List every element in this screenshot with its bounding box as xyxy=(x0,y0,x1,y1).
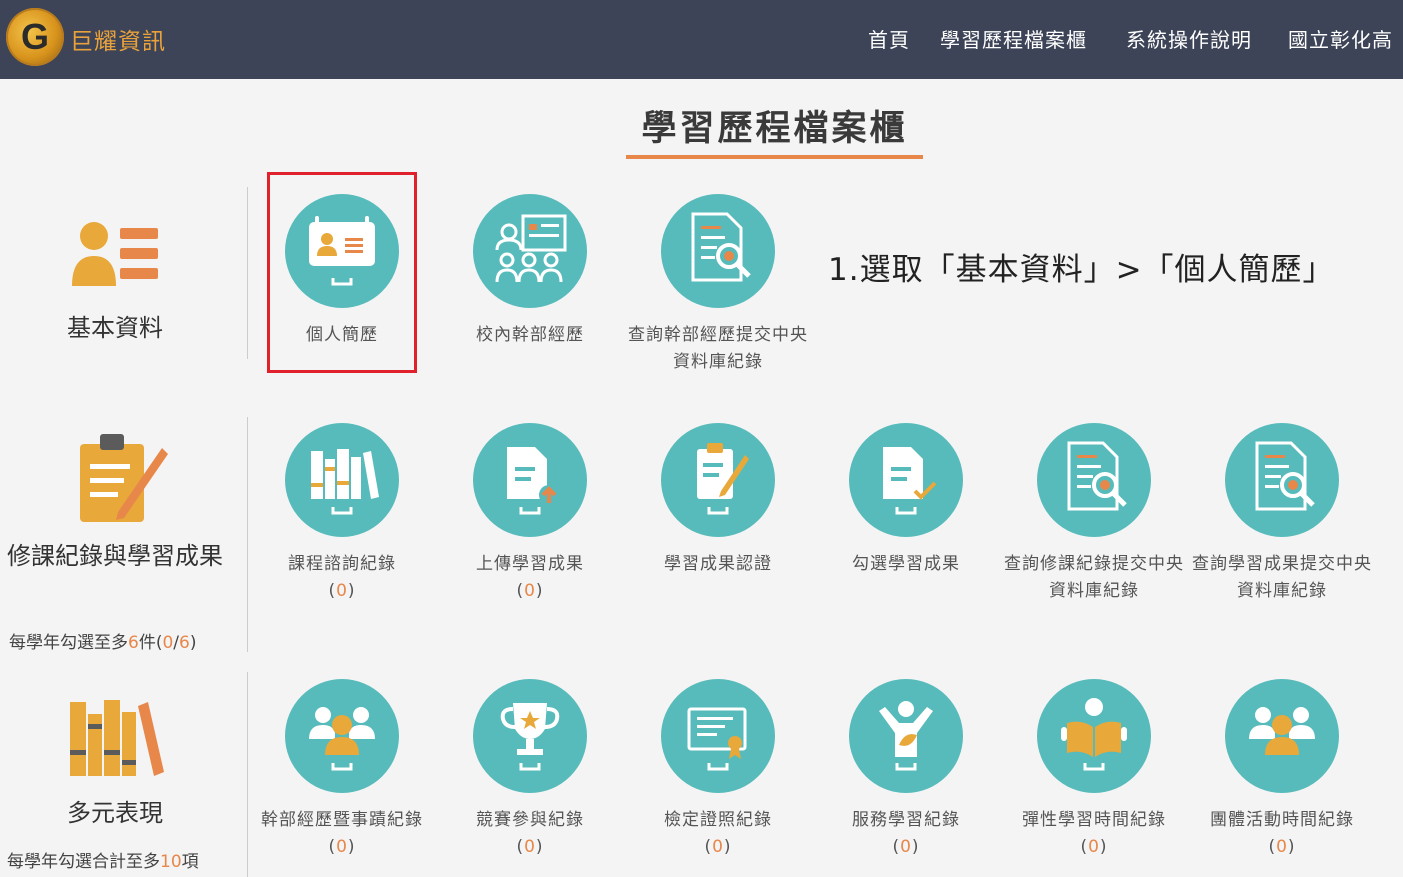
books-icon xyxy=(311,449,379,515)
item-label: 上傳學習成果 (0) xyxy=(476,554,584,601)
category-basic-data[interactable]: 基本資料 xyxy=(0,310,230,346)
section-divider xyxy=(247,187,248,359)
brand-name[interactable]: 巨耀資訊 xyxy=(70,22,166,56)
item-upload-achievement[interactable]: 上傳學習成果 (0) xyxy=(440,423,620,605)
item-competition[interactable]: 競賽參與紀錄 (0) xyxy=(440,679,620,861)
upload-document-icon xyxy=(507,447,559,515)
category-course-records[interactable]: 修課紀錄與學習成果 xyxy=(0,538,230,574)
category-diverse-performance[interactable]: 多元表現 xyxy=(0,795,230,831)
item-query-cadre-submission[interactable]: 查詢幹部經歷提交中央資料庫紀錄 xyxy=(628,194,808,376)
document-search-icon xyxy=(1255,441,1315,511)
item-label: 課程諮詢紀錄 (0) xyxy=(288,554,396,601)
item-certification[interactable]: 檢定證照紀錄 (0) xyxy=(628,679,808,861)
document-search-icon xyxy=(691,212,751,282)
section-divider xyxy=(247,417,248,652)
item-select-achievement[interactable]: 勾選學習成果 xyxy=(816,423,996,578)
document-check-icon xyxy=(883,447,937,515)
people-icon xyxy=(309,707,375,771)
item-personal-resume[interactable]: 個人簡歷 xyxy=(252,194,432,349)
item-label: 查詢學習成果提交中央資料庫紀錄 xyxy=(1192,554,1372,601)
item-flexible-learning[interactable]: 彈性學習時間紀錄 (0) xyxy=(1004,679,1184,861)
item-label: 個人簡歷 xyxy=(306,325,378,345)
document-search-icon xyxy=(1067,441,1127,511)
item-label: 勾選學習成果 xyxy=(852,554,960,574)
item-label: 幹部經歷暨事蹟紀錄 (0) xyxy=(261,810,423,857)
item-label: 學習成果認證 xyxy=(664,554,772,574)
brand-logo[interactable]: G xyxy=(6,8,64,66)
course-records-limit-note: 每學年勾選至多6件(0/6) xyxy=(9,633,197,653)
item-query-course-submission[interactable]: 查詢修課紀錄提交中央資料庫紀錄 xyxy=(1004,423,1184,605)
logo-letter: G xyxy=(20,16,49,57)
clipboard-edit-icon xyxy=(697,443,749,515)
volunteer-icon xyxy=(879,701,933,771)
nav-portfolio[interactable]: 學習歷程檔案櫃 xyxy=(940,24,1087,53)
books-icon xyxy=(70,700,164,776)
item-label: 查詢幹部經歷提交中央資料庫紀錄 xyxy=(628,325,808,372)
people-icon xyxy=(1249,707,1315,755)
item-label: 團體活動時間紀錄 (0) xyxy=(1210,810,1354,857)
item-label: 競賽參與紀錄 (0) xyxy=(476,810,584,857)
nav-manual[interactable]: 系統操作說明 xyxy=(1126,24,1252,53)
diverse-performance-limit-note: 每學年勾選合計至多10項 xyxy=(7,852,199,872)
item-course-consulting[interactable]: 課程諮詢紀錄 (0) xyxy=(252,423,432,605)
nav-home[interactable]: 首頁 xyxy=(868,24,910,53)
instruction-text: 1.選取「基本資料」>「個人簡歷」 xyxy=(828,252,1335,288)
person-profile-icon xyxy=(72,222,158,286)
clipboard-edit-icon xyxy=(80,434,168,522)
certificate-icon xyxy=(687,707,747,771)
item-group-activity[interactable]: 團體活動時間紀錄 (0) xyxy=(1192,679,1372,861)
title-underline xyxy=(626,155,923,159)
item-service-learning[interactable]: 服務學習紀錄 (0) xyxy=(816,679,996,861)
trophy-icon xyxy=(500,703,560,771)
item-achievement-certify[interactable]: 學習成果認證 xyxy=(628,423,808,578)
item-label: 校內幹部經歷 xyxy=(476,325,584,345)
section-divider xyxy=(247,672,248,877)
group-board-icon xyxy=(495,214,567,283)
top-nav-bar: G 巨耀資訊 首頁 學習歷程檔案櫃 系統操作說明 國立彰化高 xyxy=(0,0,1403,79)
item-label: 檢定證照紀錄 (0) xyxy=(664,810,772,857)
item-label: 服務學習紀錄 (0) xyxy=(852,810,960,857)
page-title: 學習歷程檔案櫃 xyxy=(641,109,908,149)
reading-icon xyxy=(1061,698,1127,771)
item-query-achievement-submission[interactable]: 查詢學習成果提交中央資料庫紀錄 xyxy=(1192,423,1372,605)
nav-school[interactable]: 國立彰化高 xyxy=(1288,24,1393,53)
id-card-icon xyxy=(309,216,375,286)
item-school-cadre[interactable]: 校內幹部經歷 xyxy=(440,194,620,349)
item-label: 查詢修課紀錄提交中央資料庫紀錄 xyxy=(1004,554,1184,601)
item-label: 彈性學習時間紀錄 (0) xyxy=(1022,810,1166,857)
item-cadre-deeds[interactable]: 幹部經歷暨事蹟紀錄 (0) xyxy=(252,679,432,861)
